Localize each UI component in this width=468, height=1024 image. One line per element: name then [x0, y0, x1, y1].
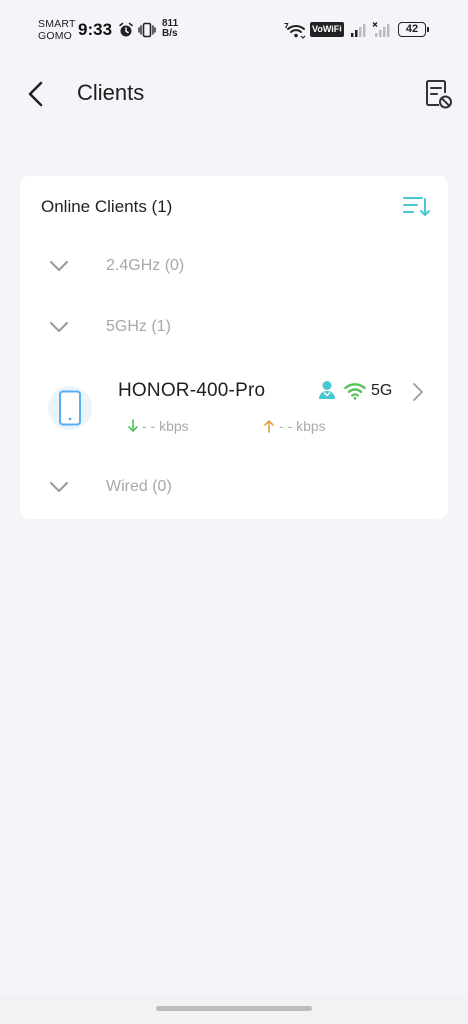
wifi-signal-icon: [344, 382, 366, 405]
online-clients-card: Online Clients (1) 2.4GHz (0) 5GHz (1) H…: [20, 176, 448, 519]
chevron-left-icon: [28, 81, 43, 107]
vowifi-sub: 1: [338, 30, 343, 39]
chevron-down-icon: [50, 322, 68, 332]
carrier-bottom: GOMO: [38, 30, 73, 42]
chevron-down-icon: [50, 482, 68, 492]
battery-tip: [427, 27, 429, 32]
online-clients-title: Online Clients (1): [41, 197, 173, 216]
clients-screen: SMART GOMO 9:33 811 B/s 7 VoWiFi 1 42 Cl…: [0, 0, 468, 1024]
user-icon: [318, 380, 336, 405]
smartphone-icon: [59, 390, 81, 426]
carrier-top: SMART: [38, 18, 76, 30]
group-5g-label: 5GHz (1): [106, 318, 171, 335]
vibrate-icon: [138, 22, 156, 43]
download-arrow-icon: [128, 419, 138, 432]
wifi-icon: 7: [284, 21, 308, 44]
client-row[interactable]: HONOR-400-Pro 5G - - kbps - - kbps: [20, 364, 448, 454]
download-rate: - - kbps: [142, 418, 189, 434]
group-wired-label: Wired (0): [106, 478, 172, 495]
battery-icon: 42: [398, 22, 426, 37]
chevron-down-icon: [50, 261, 68, 271]
net-speed: 811 B/s: [162, 19, 178, 39]
device-avatar: [48, 386, 92, 430]
block-list-button[interactable]: [418, 74, 458, 114]
signal-icon: [350, 22, 368, 43]
status-bar: SMART GOMO 9:33 811 B/s 7 VoWiFi 1 42: [0, 0, 468, 56]
group-wired-row[interactable]: Wired (0): [20, 468, 448, 508]
upload-arrow-icon: [264, 420, 274, 433]
sort-button[interactable]: [400, 192, 432, 222]
client-name: HONOR-400-Pro: [118, 380, 266, 401]
group-2g4-row[interactable]: 2.4GHz (0): [20, 247, 448, 287]
group-2g4-label: 2.4GHz (0): [106, 257, 185, 274]
back-button[interactable]: [18, 76, 54, 112]
block-list-icon: [426, 80, 452, 109]
carrier-name: SMART GOMO: [38, 18, 76, 42]
net-speed-unit: B/s: [162, 28, 178, 39]
alarm-icon: [118, 22, 134, 43]
chevron-right-icon: [413, 383, 423, 401]
page-title: Clients: [77, 80, 145, 105]
band-label: 5G: [371, 382, 393, 399]
signal-no-service-icon: [372, 22, 392, 43]
clock: 9:33: [78, 20, 113, 39]
sort-icon: [403, 197, 430, 216]
home-indicator[interactable]: [156, 1006, 312, 1011]
upload-rate: - - kbps: [279, 418, 326, 434]
group-5g-row[interactable]: 5GHz (1): [20, 308, 448, 348]
